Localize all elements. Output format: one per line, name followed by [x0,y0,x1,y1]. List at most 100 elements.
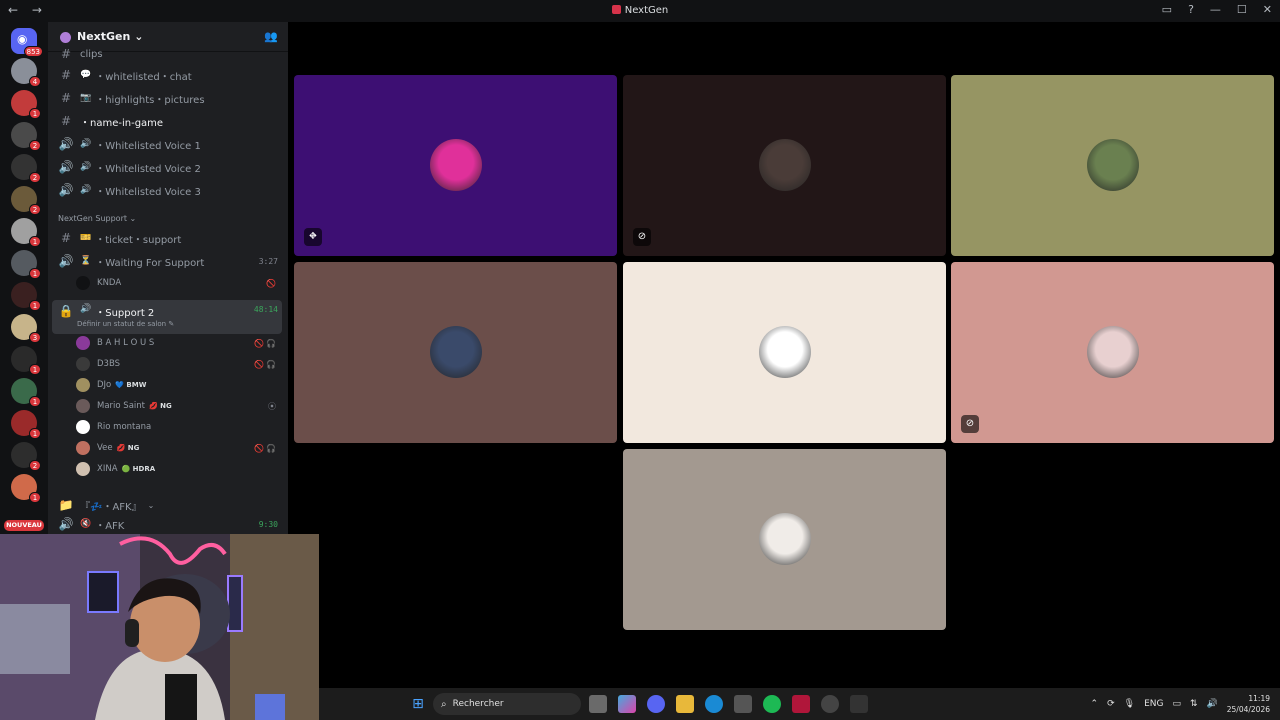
server-icon[interactable]: 1 [11,378,41,407]
channel-item[interactable]: # 💬 ・whitelisted・chat [52,65,282,85]
voice-user[interactable]: Mario Saint 💋 NG ⦿ [76,396,282,416]
maximize-icon[interactable]: ☐ [1237,3,1247,16]
lock-icon: 🔒 [58,304,74,318]
avatar [76,399,90,413]
channel-item[interactable]: # 📷 ・highlights・pictures [52,88,282,108]
channel-status-hint[interactable]: Définir un statut de salon ✎ [77,320,174,328]
channel-label: ・Whitelisted Voice 2 [95,163,201,175]
participant-tile[interactable]: ⊘ [623,75,946,256]
home-button[interactable]: ◉ 853 [11,28,43,57]
store-icon[interactable] [734,695,752,713]
participant-tile[interactable] [623,262,946,443]
user-name: Mario Saint [97,401,145,411]
category-afk[interactable]: 📁 『💤・AFK』 ⌄ [52,495,282,515]
channel-sidebar: NextGen ⌄ 👥 # clips # 💬 ・whitelisted・chat #… [48,22,288,534]
file-explorer-icon[interactable] [676,695,694,713]
volume-icon[interactable]: 🔊 [1207,699,1218,709]
channel-emoji-icon: 📷 [80,93,92,103]
voice-user-knda[interactable]: KNDA 🚫 [76,273,282,293]
server-icon[interactable]: 1 [11,282,41,311]
channel-afk[interactable]: 🔊 🔇 ・AFK 9:30 [52,514,282,534]
language-indicator[interactable]: ENG [1144,699,1163,709]
avatar [76,420,90,434]
server-icon[interactable]: 2 [11,122,41,151]
channel-clips[interactable]: # clips [52,44,282,64]
category-label: 『💤・AFK』 [80,501,142,513]
voice-speaker-icon: 🔊 [58,137,74,151]
windows-start-icon[interactable]: ⊞ [409,695,427,713]
channel-item[interactable]: 🔊 🔊 ・Whitelisted Voice 1 [52,134,282,154]
muted-speaker-icon: 🔇 [80,519,92,529]
voice-speaker-icon: 🔊 [58,160,74,174]
voice-user[interactable]: Rio montana [76,417,282,437]
voice-timer: 48:14 [253,305,278,314]
participant-tile[interactable]: ⊘ [951,262,1274,443]
server-icon[interactable]: 1 [11,90,41,119]
server-icon[interactable]: 4 [11,58,41,87]
activity-icon: ⛖ [304,228,322,246]
chevron-up-icon[interactable]: ⌃ [1091,699,1099,709]
monitor-icon[interactable]: ▭ [1172,699,1181,709]
hash-icon: # [60,231,72,245]
server-badge: 1 [29,300,41,311]
microphone-icon[interactable]: 🎙 [1124,699,1135,709]
network-icon[interactable]: ⇅ [1190,699,1198,709]
participant-tile[interactable] [623,449,946,630]
guild-name: NextGen ⌄ [77,30,144,43]
folder-icon: 📁 [58,498,74,512]
user-name: Rio montana [97,422,152,432]
voice-user[interactable]: XINA 🟢 HDRA [76,459,282,479]
add-member-icon[interactable]: 👥 [264,30,278,43]
channel-item[interactable]: 🔊 🔊 ・Whitelisted Voice 2 [52,157,282,177]
deafened-icon: 🚫 [266,278,278,288]
server-icon[interactable]: 1 [11,474,41,503]
webcam-overlay [0,534,319,720]
taskbar-search[interactable]: ⌕ Rechercher [433,693,581,715]
voice-user[interactable]: Vee 💋 NG 🚫🎧 [76,438,282,458]
help-icon[interactable]: ? [1188,3,1194,16]
edge-icon[interactable] [705,695,723,713]
server-icon[interactable]: 2 [11,442,41,471]
server-icon[interactable]: 1 [11,250,41,279]
avatar [76,462,90,476]
category-support[interactable]: NextGen Support ⌄ [58,214,136,223]
server-icon[interactable]: 2 [11,186,41,215]
spotify-icon[interactable] [763,695,781,713]
voice-user[interactable]: DJo 💙 BMW [76,375,282,395]
speaker-icon: 🔊 [80,304,92,314]
avatar [76,441,90,455]
task-view-icon[interactable] [589,695,607,713]
voice-user[interactable]: B A H L O U S 🚫🎧 [76,333,282,353]
screen-icon[interactable]: ▭ [1162,3,1172,16]
participant-tile[interactable] [294,262,617,443]
server-icon[interactable]: 1 [11,218,41,247]
participant-tile[interactable]: ⛖ [294,75,617,256]
server-icon[interactable]: 1 [11,410,41,439]
user-name: Vee [97,443,113,453]
voice-user[interactable]: D3BS 🚫🎧 [76,354,282,374]
app-icon[interactable] [850,695,868,713]
channel-support-2[interactable]: 🔒 🔊 ・Support 2 48:14 Définir un statut d… [52,300,282,334]
channel-ticket-support[interactable]: # 🎫 ・ticket・support [52,228,282,248]
participant-tile[interactable] [951,75,1274,256]
app-icon[interactable] [792,695,810,713]
server-icon[interactable]: 1 [11,346,41,375]
browser-icon[interactable] [821,695,839,713]
sync-icon[interactable]: ⟳ [1107,699,1115,709]
server-icon[interactable]: 2 [11,154,41,183]
channel-waiting-for-support[interactable]: 🔊 ⏳ ・Waiting For Support 3:27 [52,251,282,271]
participant-avatar [759,139,811,191]
role-tag: 💋 NG [116,444,140,452]
close-icon[interactable]: ✕ [1263,3,1272,16]
channel-emoji-icon: 🔊 [80,139,92,149]
channel-item[interactable]: 🔊 🔊 ・Whitelisted Voice 3 [52,180,282,200]
discord-taskbar-icon[interactable] [647,695,665,713]
channel-label: ・Whitelisted Voice 1 [95,140,201,152]
minimize-icon[interactable]: — [1210,3,1221,16]
participant-avatar [759,513,811,565]
server-icon[interactable]: 3 [11,314,41,343]
copilot-icon[interactable] [618,695,636,713]
webcam-scene [0,534,319,720]
clock[interactable]: 11:19 25/04/2026 [1227,693,1270,715]
channel-item[interactable]: # ・name-in-game [52,111,282,131]
